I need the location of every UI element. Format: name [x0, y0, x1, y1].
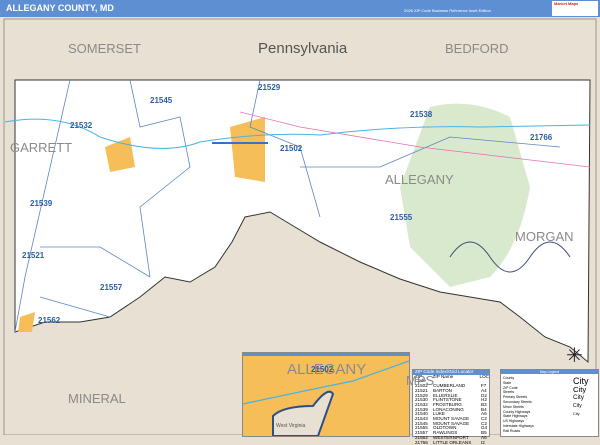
region-label-garrett: GARRETT	[10, 140, 73, 155]
header-bar: ALLEGANY COUNTY, MD 2026 ZIP Code Busine…	[0, 0, 600, 17]
zip-label: 21562	[38, 316, 61, 325]
zip-label: 21557	[100, 283, 123, 292]
legend-city-size: City	[573, 394, 585, 401]
zip-label: 21521	[22, 251, 45, 260]
zip-table-cell: LITTLE ORLEANS	[433, 439, 472, 445]
inset-state-label: West Virginia	[276, 423, 306, 429]
map-subtitle: 2026 ZIP Code Business Reference Inset E…	[404, 8, 491, 13]
zip-table-cell: I2	[481, 439, 485, 445]
inset-zip-label: 21502	[311, 365, 334, 374]
zip-label: 21532	[70, 121, 93, 130]
map-legend: Map Legend County State ZIP Code Streets Pri…	[500, 369, 599, 437]
legend-city-size: City	[573, 412, 580, 416]
map-title: ALLEGANY COUNTY, MD	[6, 3, 114, 13]
zip-label: 21538	[410, 110, 433, 119]
region-label-mineral: MINERAL	[68, 391, 126, 406]
zip-label: 21539	[30, 199, 53, 208]
region-label-allegany: ALLEGANY	[385, 172, 454, 187]
legend-city-size: City	[573, 385, 587, 394]
state-label-pennsylvania: Pennsylvania	[258, 40, 348, 57]
region-label-morgan: MORGAN	[515, 229, 574, 244]
zip-label: 21766	[530, 133, 553, 142]
zip-label: 21529	[258, 83, 281, 92]
region-label-hampshire: MPS	[406, 373, 435, 388]
brand-logo: Market Maps	[552, 1, 598, 16]
region-label-somerset: SOMERSET	[68, 41, 141, 56]
compass-rose-icon: ✳	[566, 345, 583, 367]
zip-table-cell: 21766	[415, 439, 428, 445]
zip-label: 21555	[390, 213, 413, 222]
legend-title: Map Legend	[501, 370, 598, 374]
cumberland-urban-area	[230, 117, 265, 182]
legend-city-size: City	[573, 403, 582, 409]
zip-label: 21545	[150, 96, 173, 105]
region-label-bedford: BEDFORD	[445, 41, 509, 56]
cumberland-inset-map[interactable]: ALLEGANY 21502 West Virginia	[242, 352, 410, 437]
zip-table-row: 21766 LITTLE ORLEANS I2	[413, 439, 489, 445]
zip-label: 21502	[280, 144, 303, 153]
legend-city-size: City	[573, 376, 589, 386]
legend-item: Rail Roads	[503, 428, 521, 433]
